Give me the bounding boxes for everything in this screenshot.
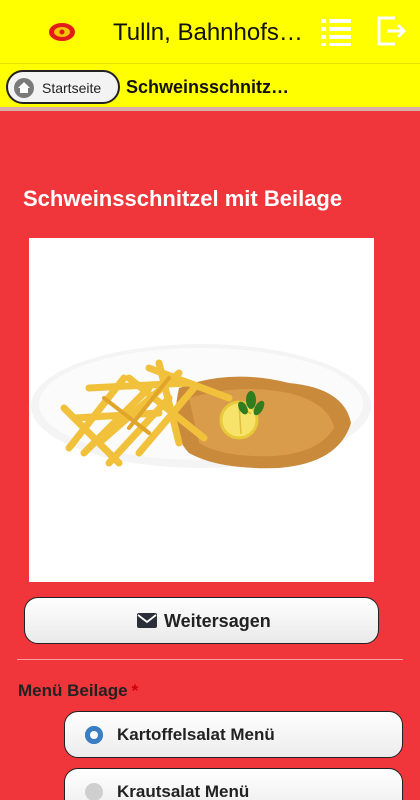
breadcrumb-current: Schweinsschnitzel mit Beilage (126, 77, 298, 97)
options-label-text: Menü Beilage (18, 681, 128, 700)
logout-icon[interactable] (375, 14, 407, 48)
radio-selected[interactable] (85, 726, 103, 744)
schnitzel-image (29, 344, 374, 582)
option-label: Kartoffelsalat Menü (117, 725, 275, 744)
options-label: Menü Beilage * (18, 681, 138, 701)
logo-icon[interactable] (48, 22, 76, 42)
home-label: Startseite (42, 80, 102, 96)
header-title: Tulln, Bahnhofstraße (113, 19, 303, 46)
menu-list-icon[interactable] (320, 17, 352, 47)
option-label: Krautsalat Menü (117, 782, 250, 800)
radio-unselected[interactable] (85, 783, 103, 800)
product-image (29, 238, 374, 582)
app-header: Tulln, Bahnhofstraße (0, 0, 420, 63)
mail-icon (137, 613, 157, 628)
product-title: Schweinsschnitzel mit Beilage (23, 186, 343, 211)
option-kartoffelsalat[interactable]: Kartoffelsalat Menü (64, 711, 403, 758)
share-label: Weitersagen (164, 611, 271, 631)
home-icon (14, 78, 34, 98)
required-mark: * (131, 681, 139, 700)
option-krautsalat[interactable]: Krautsalat Menü (64, 768, 403, 800)
divider (17, 659, 403, 660)
share-button[interactable]: Weitersagen (24, 597, 379, 644)
home-button[interactable]: Startseite (6, 70, 120, 104)
breadcrumb: Startseite Schweinsschnitzel mit Beilage (0, 63, 420, 111)
